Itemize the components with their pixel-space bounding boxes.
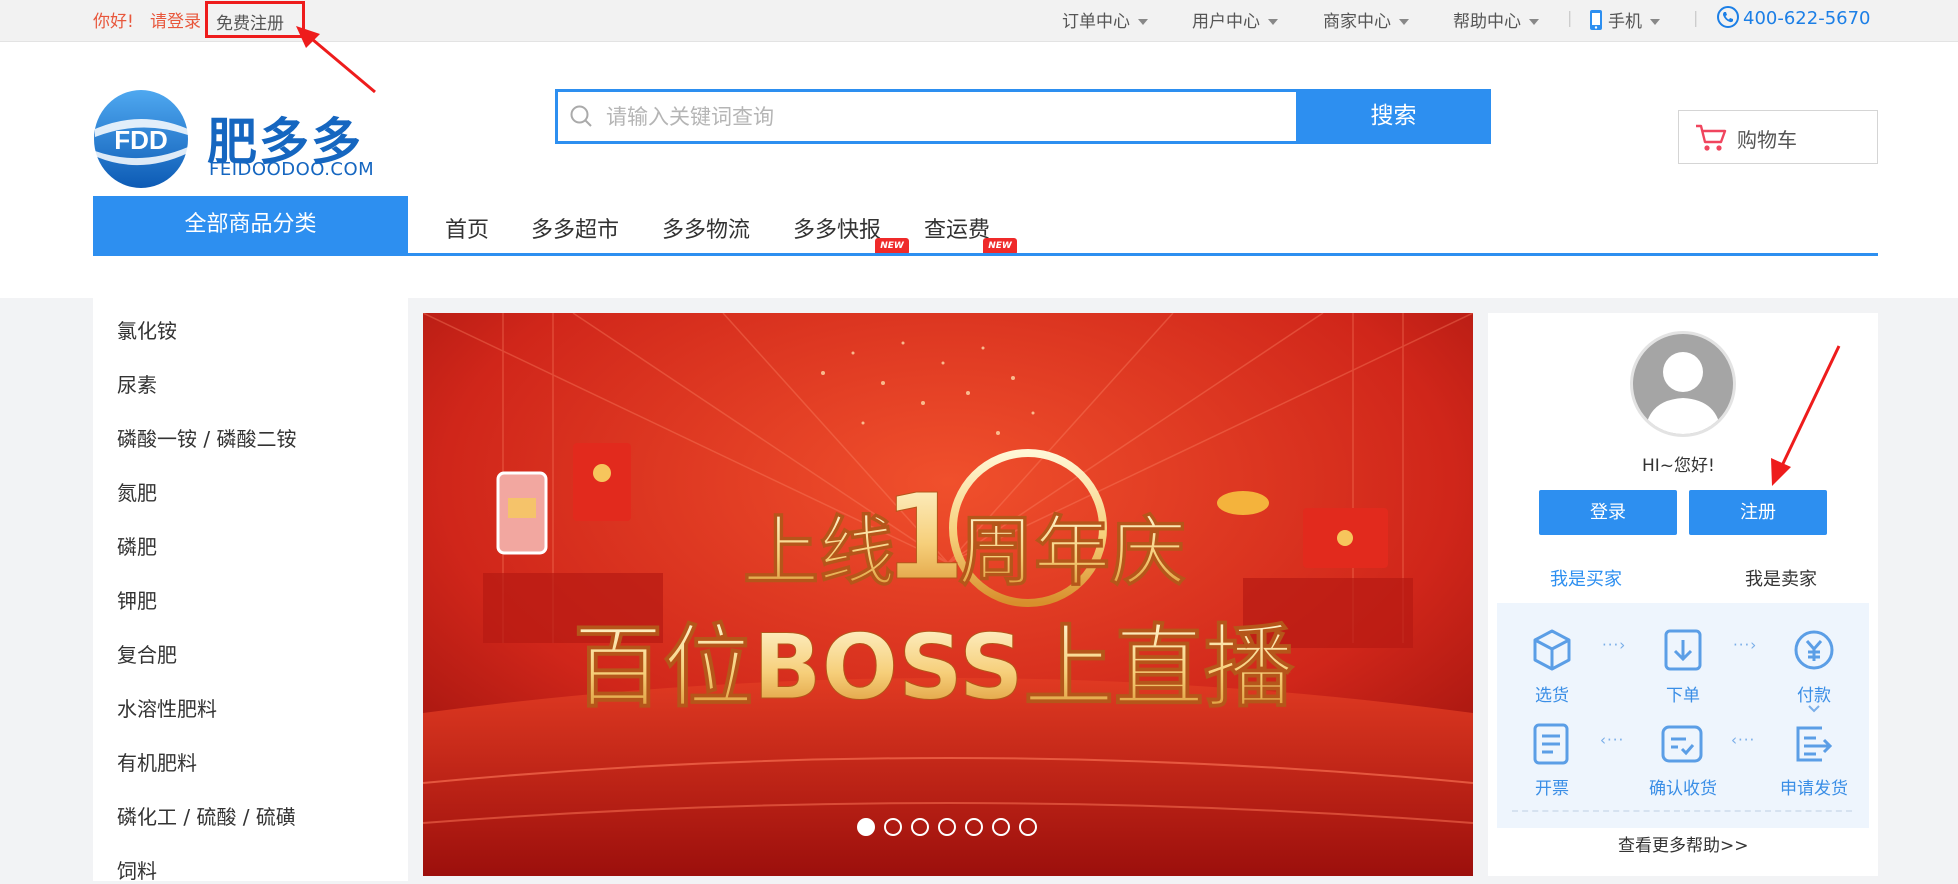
hotline-number: 400-622-5670 <box>1743 8 1871 29</box>
phone-call-icon <box>1717 6 1739 28</box>
step-pay: 付款 <box>1797 686 1831 706</box>
tab-buyer[interactable]: 我是买家 <box>1550 565 1622 591</box>
chevron-down-icon <box>1529 19 1539 25</box>
invoice-icon <box>1533 723 1569 765</box>
banner-graphic: 上线 1 周年庆 百位BOSS上直播 <box>423 313 1473 876</box>
cart-label: 购物车 <box>1737 128 1797 152</box>
category-sidebar: 氯化铵 尿素 磷酸一铵 / 磷酸二铵 氮肥 磷肥 钾肥 复合肥 水溶性肥料 有机… <box>93 298 408 884</box>
payment-icon <box>1794 630 1834 670</box>
chevron-down-icon <box>1650 19 1660 25</box>
divider: | <box>1567 8 1573 27</box>
category-item[interactable]: 有机肥料 <box>117 747 197 776</box>
logo-abbr: FDD <box>114 125 167 155</box>
cart-button[interactable]: 购物车 <box>1678 110 1878 164</box>
confirm-receipt-icon <box>1661 725 1703 763</box>
banner-line1-b: 周年庆 <box>958 507 1186 596</box>
order-center-label: 订单中心 <box>1062 12 1130 32</box>
chevron-down-icon <box>1138 19 1148 25</box>
category-item[interactable]: 磷肥 <box>117 531 157 560</box>
order-icon <box>1664 629 1702 671</box>
search-icon <box>570 105 592 127</box>
carousel-dot[interactable] <box>1019 818 1037 836</box>
shipping-request-icon <box>1796 726 1833 762</box>
carousel-dot[interactable] <box>884 818 902 836</box>
step-select: 选货 <box>1535 686 1569 706</box>
flow-arrow: ‹··· <box>1731 731 1756 749</box>
carousel-dot[interactable] <box>857 818 875 836</box>
carousel-dot[interactable] <box>911 818 929 836</box>
banner-line1-a: 上线 <box>743 507 895 596</box>
logo-domain: FEIDOODOO.COM <box>209 159 375 180</box>
flow-arrow: ···› <box>1602 636 1627 654</box>
hotline: 400-622-5670 <box>1717 6 1871 29</box>
nav-logistics[interactable]: 多多物流 <box>662 212 750 244</box>
header: FDD 肥多多 FEIDOODOO.COM 搜索 购物车 全部商品分类 <box>0 42 1958 298</box>
divider: | <box>1693 8 1699 27</box>
category-item[interactable]: 水溶性肥料 <box>117 693 217 722</box>
login-link[interactable]: 请登录 <box>150 7 201 32</box>
free-register-link[interactable]: 免费注册 <box>205 1 305 38</box>
login-button[interactable]: 登录 <box>1539 490 1677 535</box>
nav-supermarket[interactable]: 多多超市 <box>531 212 619 244</box>
nav-news[interactable]: 多多快报 <box>793 212 881 244</box>
search-input[interactable] <box>606 92 1296 141</box>
category-item[interactable]: 复合肥 <box>117 639 177 668</box>
box-icon <box>1533 629 1571 671</box>
mobile-menu[interactable]: 手机 <box>1590 7 1660 32</box>
top-bar: 你好! 请登录 免费注册 订单中心 用户中心 商家中心 帮助中心 | 手机 | … <box>0 0 1958 42</box>
search-box: 搜索 <box>555 89 1491 144</box>
help-center-menu[interactable]: 帮助中心 <box>1453 7 1539 32</box>
carousel-dot[interactable] <box>938 818 956 836</box>
chevron-down-icon <box>1268 19 1278 25</box>
panel-greeting: HI~您好! <box>1642 456 1715 476</box>
flow-arrow: ···› <box>1733 636 1758 654</box>
category-item[interactable]: 磷酸一铵 / 磷酸二铵 <box>117 423 296 452</box>
step-order: 下单 <box>1666 686 1700 706</box>
step-confirm-receipt: 确认收货 <box>1649 779 1717 799</box>
category-item[interactable]: 磷化工 / 硫酸 / 硫磺 <box>117 801 296 830</box>
phone-icon <box>1590 10 1602 30</box>
all-categories-tab[interactable]: 全部商品分类 <box>93 196 408 254</box>
search-button[interactable]: 搜索 <box>1296 89 1491 144</box>
category-item[interactable]: 尿素 <box>117 369 157 398</box>
tab-seller[interactable]: 我是卖家 <box>1745 565 1817 591</box>
nav-freight[interactable]: 查运费 <box>924 212 990 244</box>
help-center-label: 帮助中心 <box>1453 12 1521 32</box>
avatar <box>1630 331 1736 437</box>
merchant-center-label: 商家中心 <box>1323 12 1391 32</box>
promo-banner[interactable]: 上线 1 周年庆 百位BOSS上直播 <box>423 313 1473 876</box>
category-item[interactable]: 钾肥 <box>117 585 157 614</box>
register-button[interactable]: 注册 <box>1689 490 1827 535</box>
more-help-link[interactable]: 查看更多帮助>> <box>1618 831 1749 856</box>
category-item[interactable]: 饲料 <box>117 855 157 884</box>
logo-icon[interactable]: FDD <box>93 89 190 189</box>
cart-icon <box>1696 124 1727 151</box>
chevron-down-icon <box>1399 19 1409 25</box>
step-request-shipping: 申请发货 <box>1780 779 1848 799</box>
category-item[interactable]: 氮肥 <box>117 477 157 506</box>
user-icon <box>1645 352 1721 434</box>
mobile-label: 手机 <box>1608 12 1642 32</box>
user-center-label: 用户中心 <box>1192 12 1260 32</box>
flow-arrow: ‹··· <box>1600 731 1625 749</box>
divider <box>1512 810 1852 812</box>
user-center-menu[interactable]: 用户中心 <box>1192 7 1278 32</box>
carousel-dot[interactable] <box>992 818 1010 836</box>
step-invoice: 开票 <box>1535 779 1569 799</box>
chevron-down-icon <box>1808 705 1820 713</box>
order-center-menu[interactable]: 订单中心 <box>1062 7 1148 32</box>
nav-underline <box>93 253 1878 256</box>
merchant-center-menu[interactable]: 商家中心 <box>1323 7 1409 32</box>
banner-line1-num: 1 <box>883 468 965 606</box>
carousel-dot[interactable] <box>965 818 983 836</box>
greeting-text: 你好! <box>93 12 134 32</box>
nav-home[interactable]: 首页 <box>445 212 489 244</box>
category-item[interactable]: 氯化铵 <box>117 315 177 344</box>
banner-line2: 百位BOSS上直播 <box>573 615 1295 720</box>
